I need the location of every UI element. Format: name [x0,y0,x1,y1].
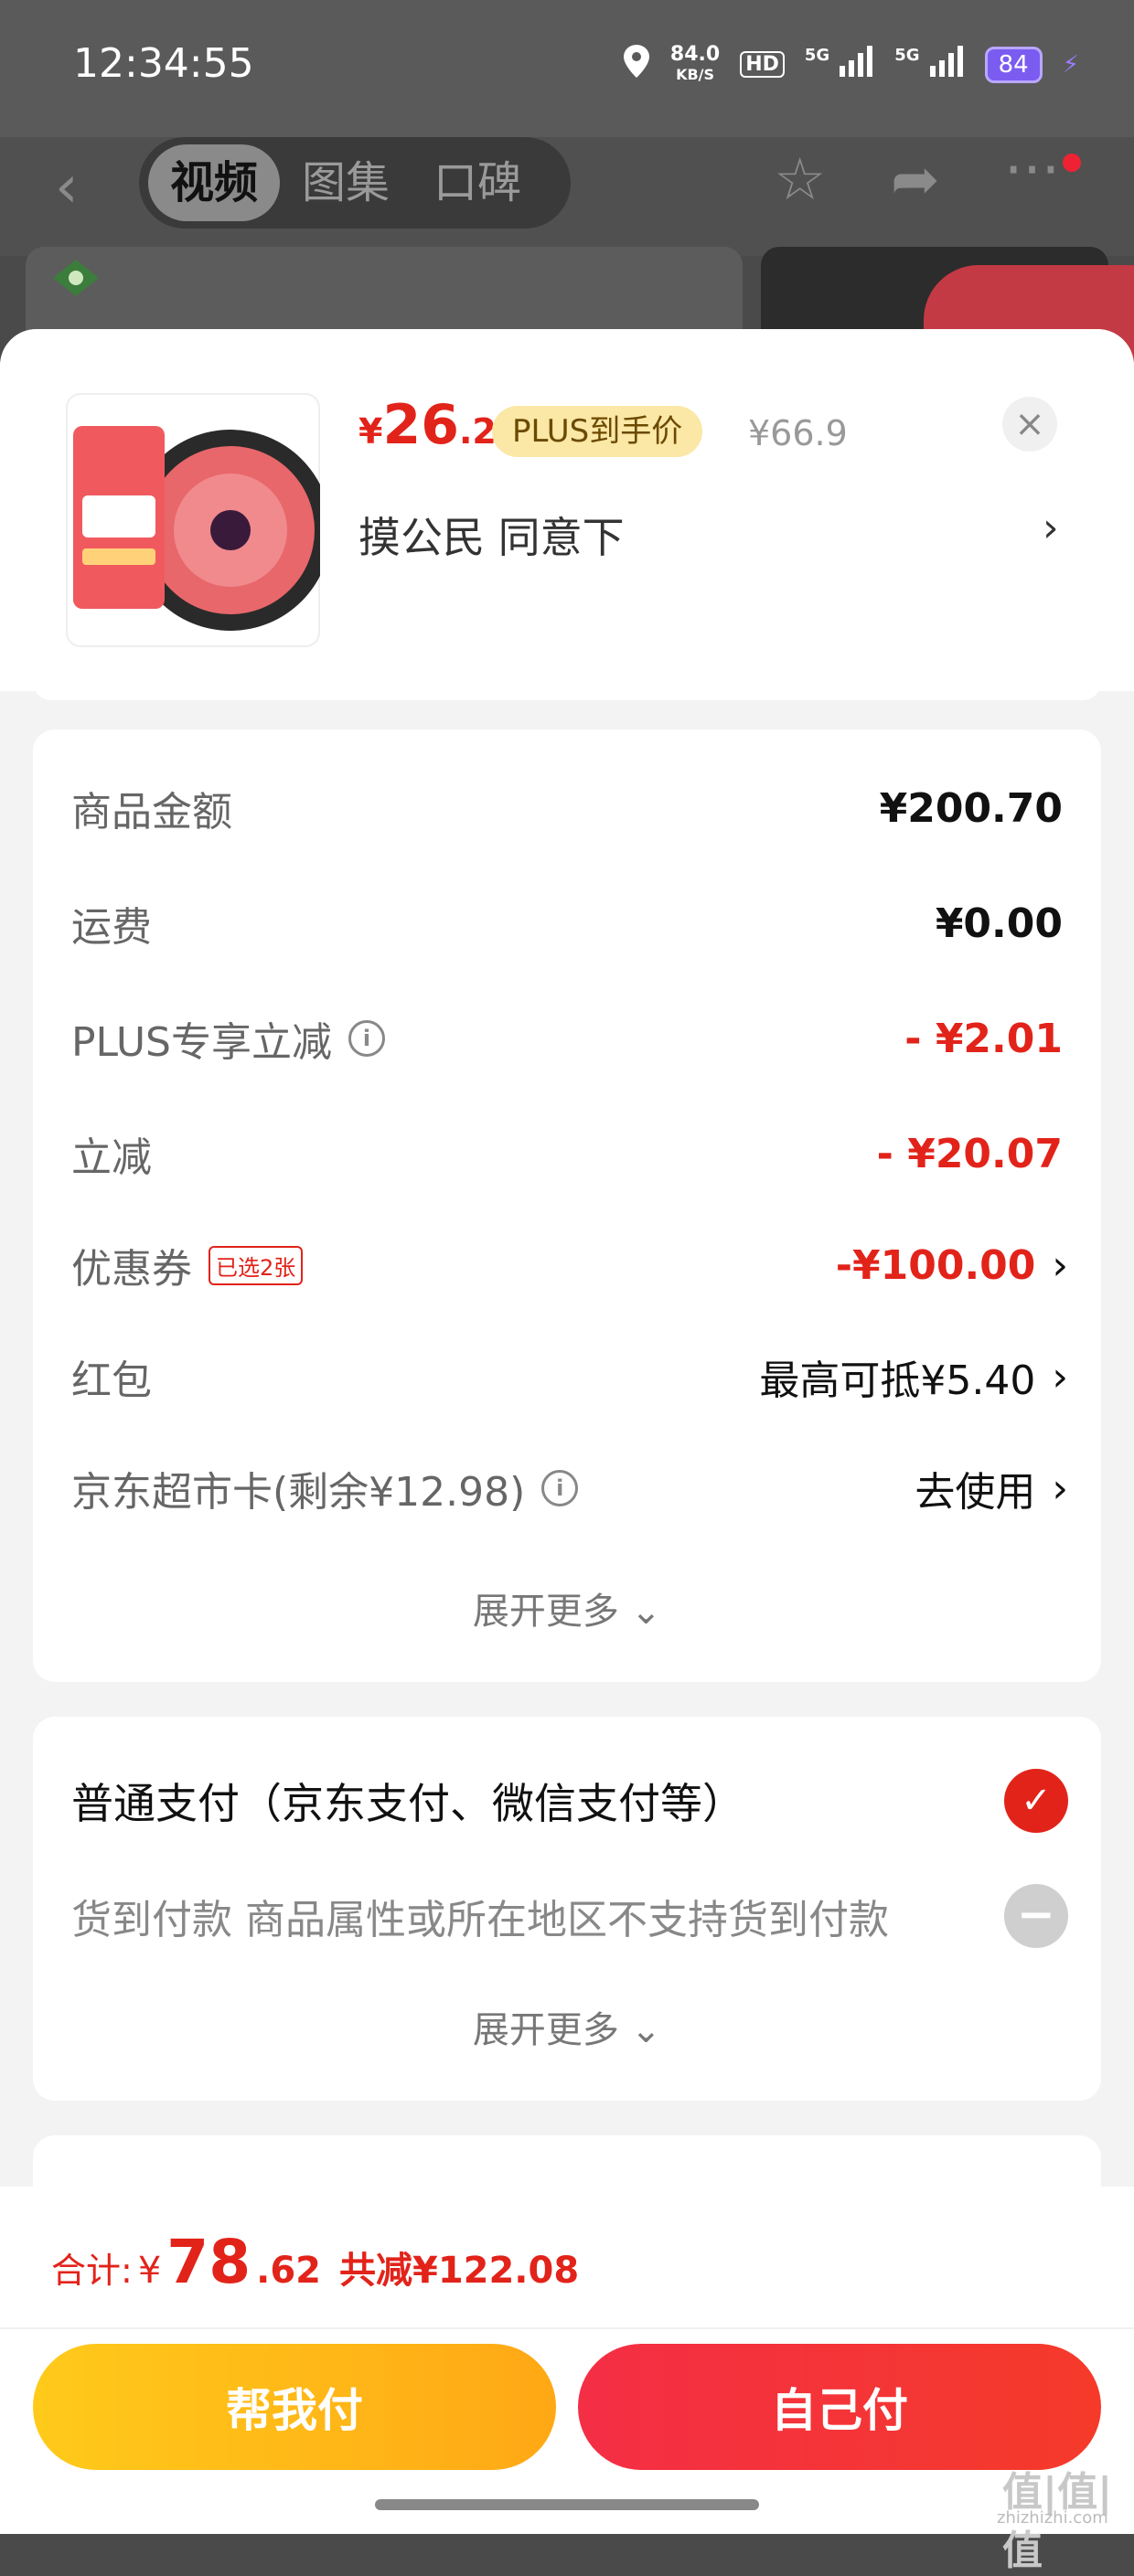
status-icons: 84.0 KB/S HD 5G 5G 84 ⚡ [623,44,1079,85]
self-pay-button[interactable]: 自己付 [578,2344,1101,2470]
row-label: 京东超市卡(剩余¥12.98) [71,1469,526,1516]
row-coupon[interactable]: 优惠券 已选2张 -¥100.00 › [71,1229,1068,1302]
tab-video[interactable]: 视频 [148,144,281,221]
chevron-down-icon: ⌄ [630,2009,662,2051]
share-icon[interactable]: ➦ [891,146,940,214]
plus-price-tag: PLUS到手价 [492,406,703,457]
row-shipping: 运费 ¥0.00 [71,887,1063,960]
total-decimal: .62 [256,2250,321,2292]
signal-5g-icon-1: 5G [805,46,874,83]
charging-icon: ⚡ [1062,50,1079,79]
order-total: 合计: ¥78.62 共减¥122.08 [51,2227,579,2297]
row-label: 商品金额 [71,789,232,836]
coupon-badge: 已选2张 [209,1245,304,1285]
row-value: - ¥20.07 [876,1130,1063,1177]
close-icon[interactable]: × [1002,397,1057,452]
location-icon [623,44,650,85]
product-thumbnail [66,393,320,647]
tab-reviews[interactable]: 口碑 [412,144,543,221]
price-summary-card: 商品金额 ¥200.70 运费 ¥0.00 PLUS专享立减 i - ¥2.01 … [33,729,1101,1682]
row-label: 优惠券 [71,1246,192,1293]
payment-method-card: 普通支付（京东支付、微信支付等） ✓ 货到付款 商品属性或所在地区不支持货到付款… [33,1717,1101,2101]
hd-icon: HD [740,51,785,78]
net-speed-value: 84.0 [669,42,721,66]
total-integer: 78 [166,2227,251,2297]
net-speed: 84.0 KB/S [669,42,721,85]
row-value: 最高可抵¥5.40 [759,1357,1036,1404]
plus-price: ¥26.2 [358,393,497,457]
chevron-right-icon: › [1052,1464,1068,1512]
chevron-down-icon: ⌄ [630,1591,662,1633]
help-pay-button[interactable]: 帮我付 [33,2344,556,2470]
watermark-site: zhizhizhi.com [997,2508,1108,2528]
row-value: ¥200.70 [879,784,1063,832]
row-label: 立减 [71,1134,152,1181]
row-red-packet[interactable]: 红包 最高可抵¥5.40 › [71,1340,1068,1413]
price-decimal: .2 [458,411,497,452]
payment-option-label: 普通支付（京东支付、微信支付等） [71,1779,744,1828]
shop-logo-icon [44,256,108,316]
row-value: - ¥2.01 [904,1015,1063,1062]
chevron-right-icon[interactable]: › [1043,505,1059,551]
expand-more-label: 展开更多 [472,2009,619,2051]
row-goods-amount: 商品金额 ¥200.70 [71,772,1063,845]
signal-label-2: 5G [894,46,920,65]
home-indicator[interactable] [375,2499,759,2510]
favorite-star-icon[interactable]: ☆ [774,146,826,214]
chevron-right-icon: › [1052,1241,1068,1289]
row-instant-discount: 立减 - ¥20.07 [71,1117,1063,1190]
signal-label-1: 5G [804,46,830,65]
delivery-address[interactable]: 摸公民 同意下 [358,505,625,565]
signal-5g-icon-2: 5G [894,46,964,83]
total-label: 合计: [51,2251,133,2291]
expand-more-button[interactable]: 展开更多 ⌄ [33,1581,1101,1634]
expand-more-button[interactable]: 展开更多 ⌄ [33,2000,1101,2053]
card-strip [33,676,1101,700]
row-plus-discount: PLUS专享立减 i - ¥2.01 [71,1002,1063,1075]
price-symbol: ¥ [358,411,383,452]
info-icon[interactable]: i [348,1020,385,1057]
chevron-right-icon: › [1052,1353,1068,1400]
divider [0,2327,1134,2329]
row-label: 运费 [71,904,152,951]
row-value: -¥100.00 [835,1241,1036,1289]
check-icon[interactable]: ✓ [1004,1769,1068,1833]
row-value: ¥0.00 [935,899,1063,947]
status-time: 12:34:55 [73,40,254,87]
payment-option-label: 货到付款 商品属性或所在地区不支持货到付款 [71,1897,889,1943]
net-speed-unit: KB/S [676,65,715,83]
media-tabs: 视频 图集 口碑 [139,137,571,229]
disabled-minus-icon: − [1004,1884,1068,1948]
row-label: 红包 [71,1357,152,1404]
back-icon[interactable]: ‹ [55,154,79,221]
payment-option-normal[interactable]: 普通支付（京东支付、微信支付等） ✓ [71,1764,1068,1837]
expand-more-label: 展开更多 [472,1591,619,1633]
info-icon[interactable]: i [541,1470,579,1506]
battery-icon: 84 [984,46,1043,83]
original-price: ¥66.9 [748,413,848,453]
price-integer: 26 [382,393,459,457]
tab-gallery[interactable]: 图集 [280,144,412,221]
total-saved: 共减¥122.08 [338,2250,580,2292]
total-symbol: ¥ [137,2250,162,2292]
more-icon[interactable]: ··· [1004,137,1060,205]
row-supermarket-card[interactable]: 京东超市卡(剩余¥12.98) i 去使用 › [71,1452,1068,1525]
row-value: 去使用 [915,1469,1036,1516]
row-label: PLUS专享立减 [71,1019,332,1066]
payment-option-cod: 货到付款 商品属性或所在地区不支持货到付款 − [71,1879,1068,1953]
notification-dot [1063,154,1081,172]
